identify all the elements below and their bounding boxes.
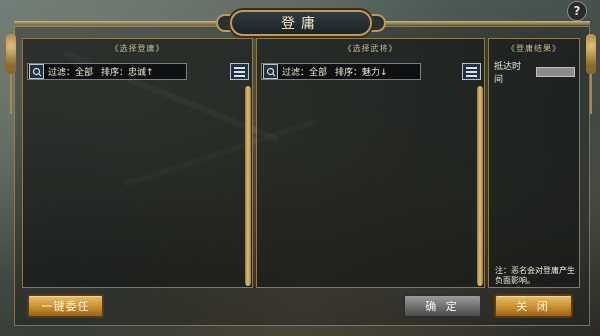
panel-recruit: 《选择登庸》 过滤：全部 排序：忠诚↑ <box>22 38 253 288</box>
panel-officers: 《选择武将》 过滤：全部 排序：魅力↓ <box>256 38 485 288</box>
officers-filter[interactable]: 过滤：全部 <box>282 65 327 78</box>
search-icon[interactable] <box>29 64 44 79</box>
sort-label: 排序： <box>101 68 129 78</box>
infamy-note: 注：恶名会对登庸产生负面影响。 <box>495 266 575 285</box>
confirm-button[interactable]: 确 定 <box>403 294 482 318</box>
title-plaque: 登庸 <box>230 10 372 36</box>
recruit-filter-bar[interactable]: 过滤：全部 排序：忠诚↑ <box>27 63 187 80</box>
recruit-filter[interactable]: 过滤：全部 <box>48 65 93 78</box>
reach-time-row: 抵达时间 <box>494 62 575 85</box>
panel-result-header: 《登庸结果》 <box>507 44 561 53</box>
close-button[interactable]: 关 闭 <box>494 294 573 318</box>
recruit-scrollbar[interactable] <box>245 86 251 286</box>
recruit-sort[interactable]: 排序：忠诚↑ <box>101 65 154 78</box>
right-tassel <box>590 74 592 114</box>
window-title: 登庸 <box>281 16 321 32</box>
list-icon[interactable] <box>230 63 249 80</box>
filter-label: 过滤： <box>48 68 76 78</box>
panel-officers-header: 《选择武将》 <box>343 44 398 53</box>
right-ornament <box>586 34 596 74</box>
sort-value: 魅力↓ <box>362 68 388 78</box>
one-click-assign-button[interactable]: 一键委任 <box>27 294 104 318</box>
officers-sort[interactable]: 排序：魅力↓ <box>335 65 388 78</box>
search-icon[interactable] <box>263 64 278 79</box>
filter-label: 过滤： <box>282 68 310 78</box>
sort-label: 排序： <box>335 68 363 78</box>
left-tassel <box>10 74 12 114</box>
officers-filter-bar[interactable]: 过滤：全部 排序：魅力↓ <box>261 63 421 80</box>
help-button[interactable]: ? <box>567 1 587 21</box>
reach-time-value <box>535 67 575 77</box>
left-ornament <box>6 34 16 74</box>
sort-value: 忠诚↑ <box>128 68 154 78</box>
list-icon[interactable] <box>462 63 481 80</box>
reach-time-label: 抵达时间 <box>494 62 522 85</box>
filter-value: 全部 <box>75 68 94 78</box>
officers-scrollbar[interactable] <box>477 86 483 286</box>
panel-result: 《登庸结果》 抵达时间 注：恶名会对登庸产生负面影响。 <box>488 38 580 288</box>
filter-value: 全部 <box>309 68 328 78</box>
panel-recruit-header: 《选择登庸》 <box>110 44 165 53</box>
